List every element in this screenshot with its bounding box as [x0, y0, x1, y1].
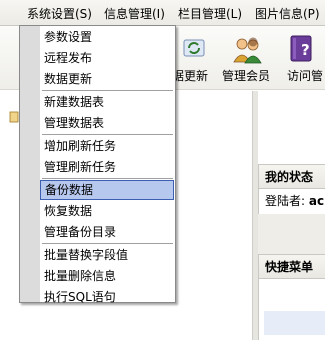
- menu-bar: 系统设置(S) 信息管理(I) 栏目管理(L) 图片信息(P): [0, 0, 325, 26]
- status-login-row: 登陆者: ac: [259, 189, 325, 213]
- quick-menu-title: 快捷菜单: [259, 255, 325, 279]
- menu-info-management[interactable]: 信息管理(I): [104, 6, 165, 22]
- menu-item[interactable]: 数据更新: [20, 69, 175, 89]
- menu-item[interactable]: 增加刷新任务: [20, 136, 175, 156]
- toolbar-members-label: 管理会员: [222, 69, 271, 83]
- svg-text:?: ?: [301, 41, 310, 59]
- users-icon: [233, 37, 262, 64]
- menu-item[interactable]: 新建数据表: [20, 92, 175, 112]
- toolbar-update-label: 据更新: [172, 69, 209, 83]
- menu-item[interactable]: 恢复数据: [20, 201, 175, 221]
- menu-separator: [42, 134, 173, 135]
- toolbar-visit[interactable]: ? 访问管: [280, 26, 325, 90]
- system-settings-dropdown: 参数设置 远程发布 数据更新新建数据表 管理数据表增加刷新任务 管理刷新任务备份数据 恢复…: [19, 25, 176, 304]
- menu-separator: [42, 243, 173, 244]
- menu-item[interactable]: 管理刷新任务: [20, 157, 175, 177]
- menu-separator: [42, 90, 173, 91]
- left-tree-area: [0, 91, 20, 340]
- menu-item[interactable]: 执行SQL语句: [20, 287, 175, 307]
- menu-item[interactable]: 管理备份目录: [20, 222, 175, 242]
- toolbar-manage-members[interactable]: 管理会员: [220, 26, 274, 90]
- menu-column-management[interactable]: 栏目管理(L): [178, 6, 242, 22]
- book-icon: ?: [290, 35, 312, 62]
- refresh-icon: [183, 39, 205, 57]
- tree-node-icon: [9, 111, 19, 123]
- menu-image-info[interactable]: 图片信息(P): [255, 6, 320, 22]
- login-label: 登陆者:: [265, 194, 306, 208]
- quick-menu-row[interactable]: [264, 311, 325, 335]
- status-panel-title: 我的状态: [259, 165, 325, 189]
- menu-item[interactable]: 远程发布: [20, 48, 175, 68]
- toolbar-visit-label: 访问管: [287, 69, 324, 83]
- panel-gap: [258, 214, 325, 254]
- menu-item[interactable]: 管理数据表: [20, 113, 175, 133]
- menu-item[interactable]: 参数设置: [20, 27, 175, 47]
- menu-item[interactable]: 批量替换字段值: [20, 245, 175, 265]
- menu-item[interactable]: 备份数据: [40, 180, 174, 200]
- status-panel: 我的状态 登陆者: ac: [258, 164, 325, 214]
- menu-system-settings[interactable]: 系统设置(S): [27, 6, 92, 22]
- menu-separator: [42, 178, 173, 179]
- menu-item[interactable]: 批量删除信息: [20, 266, 175, 286]
- login-value: ac: [308, 194, 325, 208]
